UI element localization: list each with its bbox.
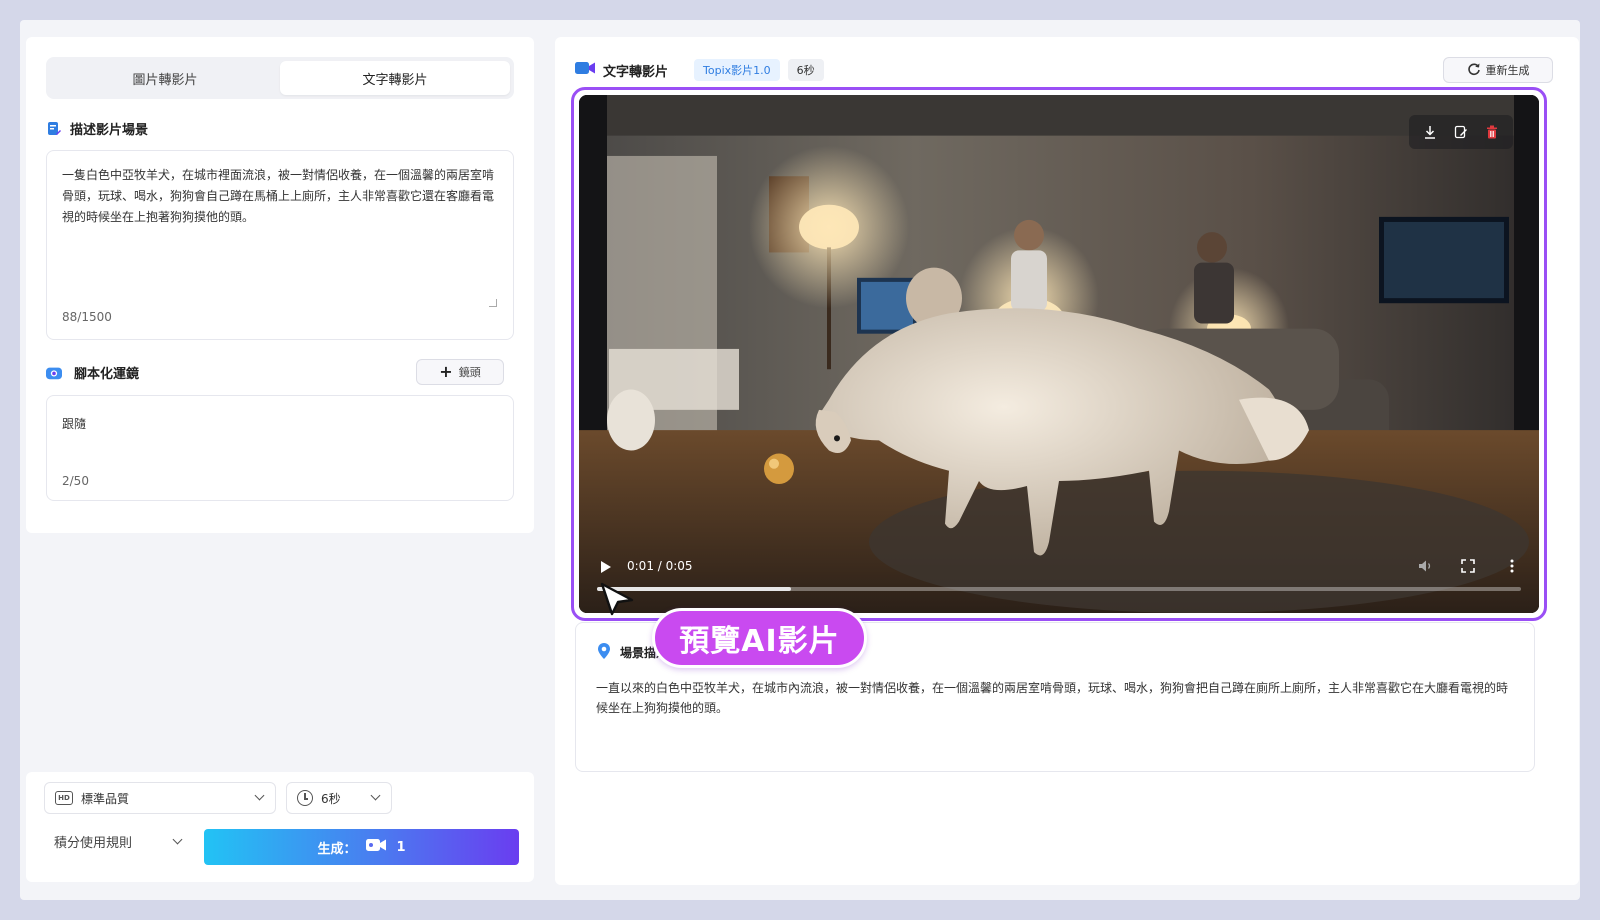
plus-icon: + (439, 362, 453, 381)
credit-rules-label: 積分使用規則 (54, 836, 133, 851)
play-icon[interactable] (601, 561, 611, 573)
edit-icon[interactable] (1453, 124, 1469, 140)
video-toolbar (1409, 115, 1513, 149)
add-shot-button[interactable]: + 鏡頭 (416, 359, 504, 385)
add-shot-label: 鏡頭 (458, 366, 481, 379)
clock-icon (297, 790, 313, 806)
resize-handle-icon[interactable] (489, 299, 497, 307)
generate-cost: 1 (396, 839, 406, 855)
shot-text: 跟隨 (62, 417, 87, 431)
video-player[interactable]: 0:01 / 0:05 (579, 95, 1539, 613)
video-camera-icon (366, 838, 387, 856)
scene-description-body: 一直以來的白色中亞牧羊犬，在城市內流浪，被一對情侶收養，在一個溫馨的兩居室啃骨頭… (596, 681, 1509, 715)
duration-value: 6秒 (321, 791, 341, 806)
shot-section-title: 腳本化運鏡 (46, 363, 139, 382)
video-frame-image (579, 95, 1539, 613)
preview-title: 文字轉影片 (603, 64, 669, 80)
camera-icon (46, 365, 62, 381)
delete-icon[interactable] (1484, 124, 1500, 140)
shot-input[interactable]: 跟隨 2/50 (46, 395, 514, 501)
preview-callout-badge: 預覽AI影片 (652, 608, 867, 668)
video-time: 0:01 / 0:05 (627, 559, 693, 573)
pointer-cursor-icon (600, 582, 634, 616)
shot-char-count: 2/50 (62, 474, 89, 488)
video-highlight-frame: 0:01 / 0:05 (571, 87, 1547, 621)
refresh-icon (1467, 62, 1481, 79)
video-controls: 0:01 / 0:05 (579, 543, 1539, 613)
regenerate-button[interactable]: 重新生成 (1443, 57, 1553, 83)
input-panel: 圖片轉影片 文字轉影片 描述影片場景 一隻白色中亞牧羊犬，在城市裡面流浪，被一對… (26, 37, 534, 533)
generate-label: 生成： (317, 841, 357, 857)
preview-panel: 文字轉影片 Topix影片1.0 6秒 重新生成 0:01 / 0:05 場景描… (555, 37, 1579, 885)
regenerate-label: 重新生成 (1485, 64, 1530, 77)
mode-tabs: 圖片轉影片 文字轉影片 (46, 57, 514, 99)
location-pin-icon (598, 643, 610, 662)
chevron-down-icon (254, 790, 265, 801)
credit-rules-dropdown[interactable]: 積分使用規則 (54, 832, 183, 851)
generate-button[interactable]: 生成： 1 (204, 829, 519, 865)
hd-icon: HD (55, 791, 73, 805)
fullscreen-icon[interactable] (1459, 557, 1477, 575)
video-progress-bar[interactable] (597, 587, 1521, 591)
edit-doc-icon (46, 121, 62, 137)
chevron-down-icon (172, 834, 183, 845)
scene-char-count: 88/1500 (62, 310, 112, 324)
download-icon[interactable] (1422, 124, 1438, 140)
generate-panel: HD 標準品質 6秒 積分使用規則 生成： 1 (26, 772, 534, 882)
tab-image-to-video[interactable]: 圖片轉影片 (50, 61, 280, 95)
scene-description-textarea[interactable]: 一隻白色中亞牧羊犬，在城市裡面流浪，被一對情侶收養，在一個溫馨的兩居室啃骨頭，玩… (46, 150, 514, 340)
quality-value: 標準品質 (81, 791, 130, 806)
duration-badge: 6秒 (787, 59, 824, 81)
model-badge: Topix影片1.0 (694, 59, 780, 81)
scene-description-text: 一隻白色中亞牧羊犬，在城市裡面流浪，被一對情侶收養，在一個溫馨的兩居室啃骨頭，玩… (62, 168, 495, 224)
preview-header: 文字轉影片 Topix影片1.0 6秒 (575, 59, 824, 81)
chevron-down-icon (370, 790, 381, 801)
quality-select[interactable]: HD 標準品質 (44, 782, 276, 814)
shot-section-label: 腳本化運鏡 (74, 367, 140, 382)
volume-icon[interactable] (1417, 557, 1435, 575)
scene-section-title: 描述影片場景 (46, 119, 148, 138)
duration-select[interactable]: 6秒 (286, 782, 392, 814)
more-options-icon[interactable] (1503, 557, 1521, 575)
video-camera-icon (575, 61, 595, 79)
tab-text-to-video[interactable]: 文字轉影片 (280, 61, 510, 95)
scene-section-label: 描述影片場景 (70, 123, 149, 138)
